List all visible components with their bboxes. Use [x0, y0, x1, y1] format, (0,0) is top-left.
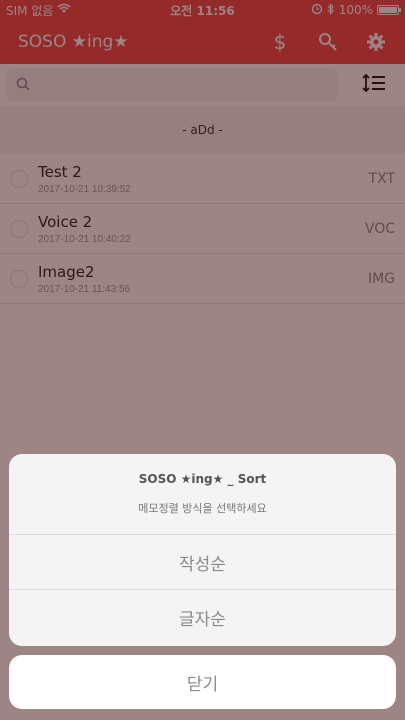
action-sheet-header: SOSO ★ing★ _ Sort 메모정렬 방식을 선택하세요: [9, 454, 396, 535]
sort-by-alphabet-button[interactable]: 글자순: [9, 590, 396, 645]
action-sheet-title: SOSO ★ing★ _ Sort: [138, 472, 267, 486]
sort-by-created-button[interactable]: 작성순: [9, 535, 396, 590]
action-sheet-message: 메모정렬 방식을 선택하세요: [138, 502, 267, 515]
close-button[interactable]: 닫기: [9, 655, 396, 709]
sort-action-sheet: SOSO ★ing★ _ Sort 메모정렬 방식을 선택하세요 작성순 글자순: [9, 454, 396, 646]
